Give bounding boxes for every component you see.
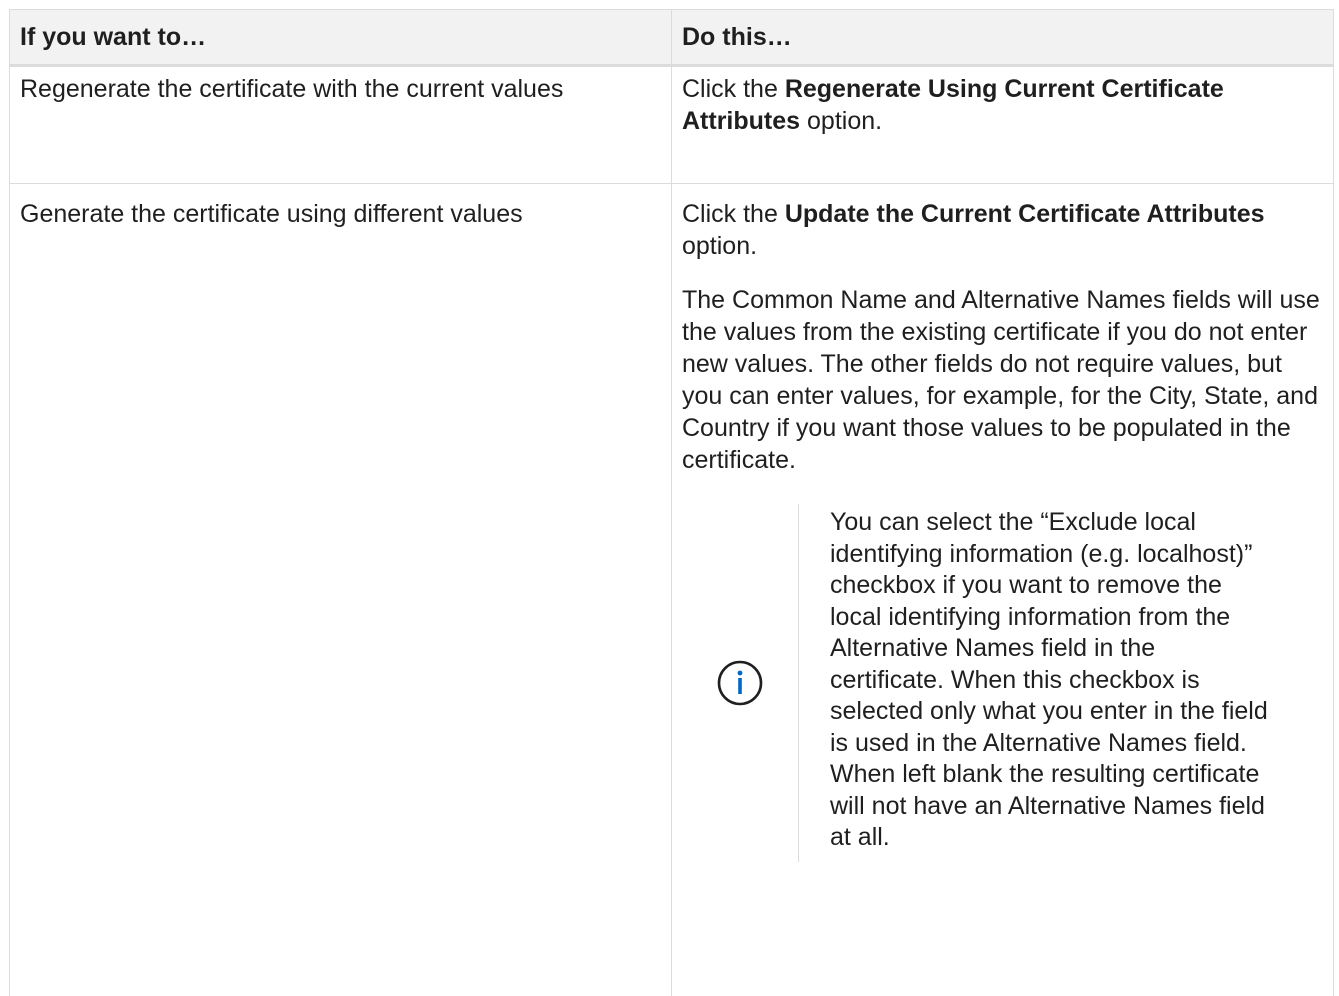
instructions-table: If you want to… Do this… Regenerate the … (9, 9, 1334, 996)
action-cell: Click the Update the Current Certificate… (671, 183, 1334, 996)
table-header-row: If you want to… Do this… (9, 9, 1334, 67)
action-suffix: option. (800, 107, 883, 135)
want-cell: Generate the certificate using different… (9, 183, 672, 996)
table-row: Generate the certificate using different… (9, 183, 1334, 996)
header-if-you-want-to: If you want to… (9, 9, 672, 67)
info-icon (717, 660, 763, 706)
option-name: Update the Current Certificate Attribute… (784, 200, 1265, 228)
want-cell: Regenerate the certificate with the curr… (9, 65, 672, 184)
action-prefix: Click the (682, 75, 785, 103)
action-suffix: option. (682, 232, 758, 260)
want-text: Generate the certificate using different… (20, 200, 523, 228)
action-text: Click the Update the Current Certificate… (682, 198, 1323, 262)
detail-text: The Common Name and Alternative Names fi… (682, 286, 1320, 474)
table-row: Regenerate the certificate with the curr… (9, 65, 1334, 184)
note-icon-column (682, 504, 799, 862)
header-do-this: Do this… (671, 9, 1334, 67)
want-text: Regenerate the certificate with the curr… (20, 75, 564, 103)
action-text: Click the Regenerate Using Current Certi… (682, 73, 1323, 137)
action-prefix: Click the (682, 200, 785, 228)
note-text: You can select the “Exclude local identi… (830, 508, 1268, 851)
info-note: You can select the “Exclude local identi… (682, 504, 1323, 862)
action-cell: Click the Regenerate Using Current Certi… (671, 65, 1334, 184)
